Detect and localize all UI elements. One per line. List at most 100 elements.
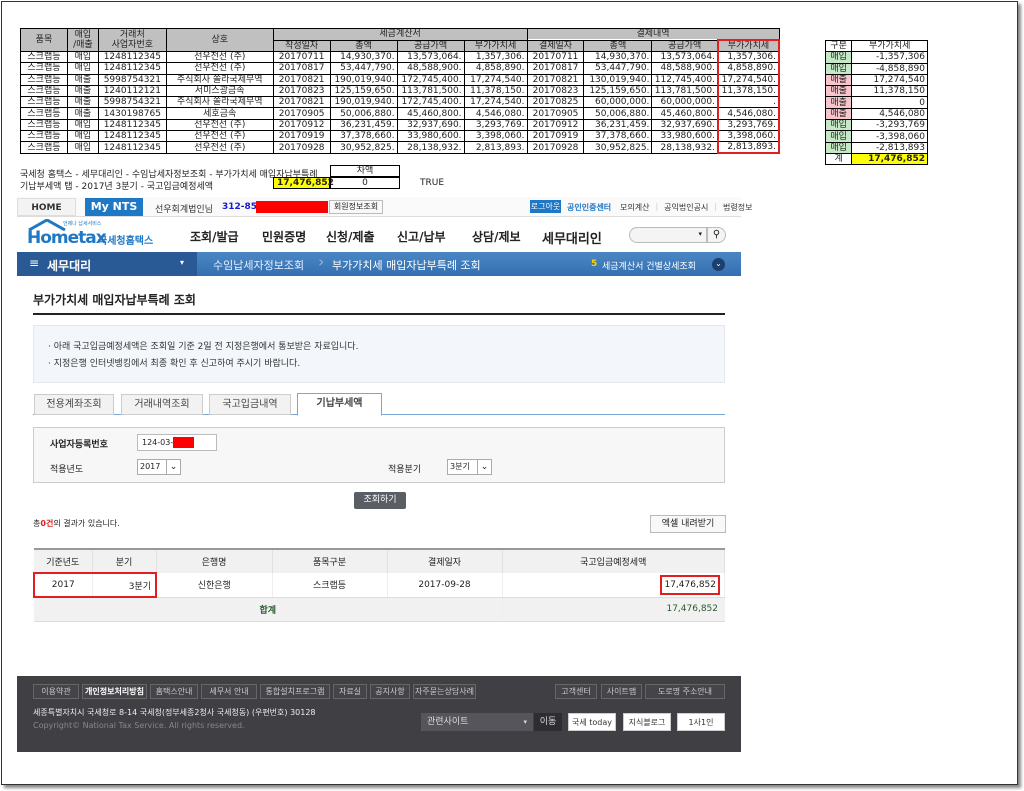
- logo-tagline: 언제나 납세서비스: [63, 221, 102, 227]
- breadcrumb-1[interactable]: 수임납세자정보조회: [213, 257, 304, 273]
- search-icon[interactable]: ⚲: [707, 227, 726, 243]
- banner-blog[interactable]: 지식블로그: [623, 713, 671, 731]
- menu-filing[interactable]: 신고/납부: [397, 228, 446, 245]
- footer-link[interactable]: 도로명 주소안내: [645, 684, 725, 699]
- summary-vat: 4,546,080: [851, 107, 928, 121]
- cell-supply: 172,745,400.: [396, 73, 465, 86]
- table-row: 2017 3분기 신한은행 스크랩등 2017-09-28 17,476,852: [33, 572, 725, 598]
- top-links: 모의계산 | 공익법인공시 | 법령정보: [620, 202, 753, 213]
- cell-pay-date: 20170905: [526, 107, 585, 120]
- top-link[interactable]: 법령정보: [723, 202, 752, 213]
- footer-link[interactable]: 이용약관: [33, 684, 79, 699]
- res-col-amount: 국고입금예정세액: [502, 548, 725, 573]
- cell-bizno: 1240112121: [97, 84, 167, 98]
- cell-type: 매출: [66, 73, 99, 86]
- menu-consult[interactable]: 상담/제보: [472, 228, 521, 245]
- cell-pay-date: 20170912: [526, 118, 585, 132]
- cell-vat: 11,378,150.: [463, 84, 528, 98]
- year-value: 2017: [140, 462, 161, 471]
- excel-download-button[interactable]: 엑셀 내려받기: [650, 515, 726, 533]
- menu-application[interactable]: 신청/제출: [326, 228, 375, 245]
- tab-treasury-deposits[interactable]: 국고입금내역: [209, 394, 291, 415]
- title-divider: [33, 313, 725, 315]
- check-value: TRUE: [420, 178, 445, 188]
- cell-pay-vat: 17,274,540.: [716, 73, 781, 86]
- menu-tax-agent[interactable]: 세무대리인: [542, 228, 602, 247]
- summary-total: 17,476,852: [851, 152, 928, 166]
- footer-link[interactable]: 고객센터: [555, 684, 597, 699]
- breadcrumb-2[interactable]: 부가가치세 매입자납부특례 조회: [332, 257, 481, 273]
- logout-button[interactable]: 로그아웃: [530, 200, 561, 213]
- cell-total: 50,006,880.: [329, 107, 398, 120]
- quarter-select[interactable]: 3분기 ⌄: [447, 459, 492, 475]
- chevron-down-icon: ⌄: [477, 460, 491, 474]
- tab-dedicated-account[interactable]: 전용계좌조회: [34, 394, 114, 415]
- search-input[interactable]: ▾: [629, 227, 707, 243]
- cell-pay-total: 30,952,825.: [583, 141, 653, 154]
- summary-row: 매입 -2,813,893: [824, 141, 928, 154]
- summary-row: 매입 -4,858,890: [824, 62, 928, 75]
- banner-tax-today[interactable]: 국세 today: [568, 713, 616, 731]
- tab-prepaid-tax[interactable]: 기납부세액: [297, 393, 382, 416]
- top-link[interactable]: 공익법인공시: [664, 202, 708, 213]
- cell-type: 매입: [66, 62, 99, 75]
- amount-cell: 17,476,852: [273, 177, 334, 189]
- summary-vat: -1,357,306: [851, 51, 928, 64]
- cell-vat: 3,293,769.: [463, 118, 528, 132]
- footer-link[interactable]: 홈택스안내: [150, 684, 198, 699]
- cell-vat: 17,274,540.: [463, 73, 528, 86]
- home-tab[interactable]: HOME: [17, 198, 76, 216]
- cell-vat: 4,858,890.: [463, 62, 528, 75]
- footer-link[interactable]: 세무서 안내: [201, 684, 257, 699]
- top-link[interactable]: 모의계산: [620, 202, 649, 213]
- footer-link[interactable]: 자주묻는상담사례: [413, 684, 476, 699]
- cert-center-link[interactable]: 공인인증센터: [567, 202, 611, 213]
- banner-campaign[interactable]: 1사1인: [677, 713, 725, 731]
- res-total-label: 합계: [34, 597, 503, 622]
- cell-vat: 4,546,080.: [463, 107, 528, 120]
- tab-transactions[interactable]: 거래내역조회: [121, 394, 203, 415]
- diff-label: 차액: [330, 165, 400, 177]
- cell-bizno: 1248112345: [97, 141, 167, 154]
- related-sites-select[interactable]: 관련사이트 ▾: [421, 713, 533, 731]
- cell-pay-total: 14,930,370.: [583, 50, 653, 64]
- section-menu[interactable]: ≡ 세무대리 ▾: [17, 252, 197, 276]
- bizno-input[interactable]: 124-03-: [137, 434, 217, 451]
- cell-issue-date: 20170821: [272, 73, 331, 86]
- cell-issue-date: 20170905: [272, 107, 331, 120]
- member-info-button[interactable]: 회원정보조회: [329, 200, 383, 214]
- search-button[interactable]: 조회하기: [354, 492, 406, 509]
- summary-type: 매입: [824, 141, 853, 154]
- res-item: 스크랩등: [272, 573, 388, 598]
- quick-link[interactable]: 세금계산서 건별상세조회: [602, 259, 696, 272]
- footer-link[interactable]: 공지사항: [370, 684, 410, 699]
- footer-link[interactable]: 자료실: [333, 684, 367, 699]
- redaction: [173, 437, 195, 448]
- sheet-row: 스크랩등 매출 1240112121 서미스광금속 20170823 125,159,65…: [20, 84, 781, 98]
- quarter-value: 3분기: [450, 462, 470, 471]
- summary-type: 매출: [824, 107, 853, 121]
- cell-issue-date: 20170912: [272, 118, 331, 132]
- year-select[interactable]: 2017 ⌄: [137, 459, 181, 475]
- expand-icon[interactable]: ⌄: [712, 258, 725, 271]
- footer-link[interactable]: 개인정보처리방침: [82, 684, 147, 699]
- quarter-label: 적용분기: [388, 465, 422, 475]
- menu-inquiry[interactable]: 조회/발급: [190, 228, 239, 245]
- menu-certificates[interactable]: 민원증명: [262, 228, 306, 245]
- spreadsheet-table: 품목 매입 /매출 거래처 사업자번호 상호 세금계산서 결제내역 작성일자 총…: [20, 28, 781, 155]
- cell-pay-total: 60,000,000.: [583, 96, 653, 109]
- cell-name: 서미스광금속: [165, 84, 274, 98]
- go-button[interactable]: 이동: [534, 713, 562, 731]
- cell-pay-vat: .: [716, 96, 781, 109]
- summary-type: 매출: [824, 96, 853, 109]
- col-pay-date: 결제일자: [526, 39, 585, 52]
- cell-pay-vat: 2,813,893.: [716, 141, 781, 155]
- mynts-tab[interactable]: My NTS: [85, 198, 143, 216]
- footer-link[interactable]: 통합설치프로그램: [260, 684, 330, 699]
- hometax-logo[interactable]: 언제나 납세서비스 Hometax 국세청홈택스: [25, 219, 160, 249]
- summary-row: 매출 17,274,540: [824, 73, 928, 87]
- footer-link[interactable]: 사이트맵: [601, 684, 642, 699]
- cell-issue-date: 20170711: [272, 50, 331, 64]
- result-count: 총0건의 결과가 있습니다.: [33, 518, 120, 529]
- quick-number: 5: [591, 259, 598, 269]
